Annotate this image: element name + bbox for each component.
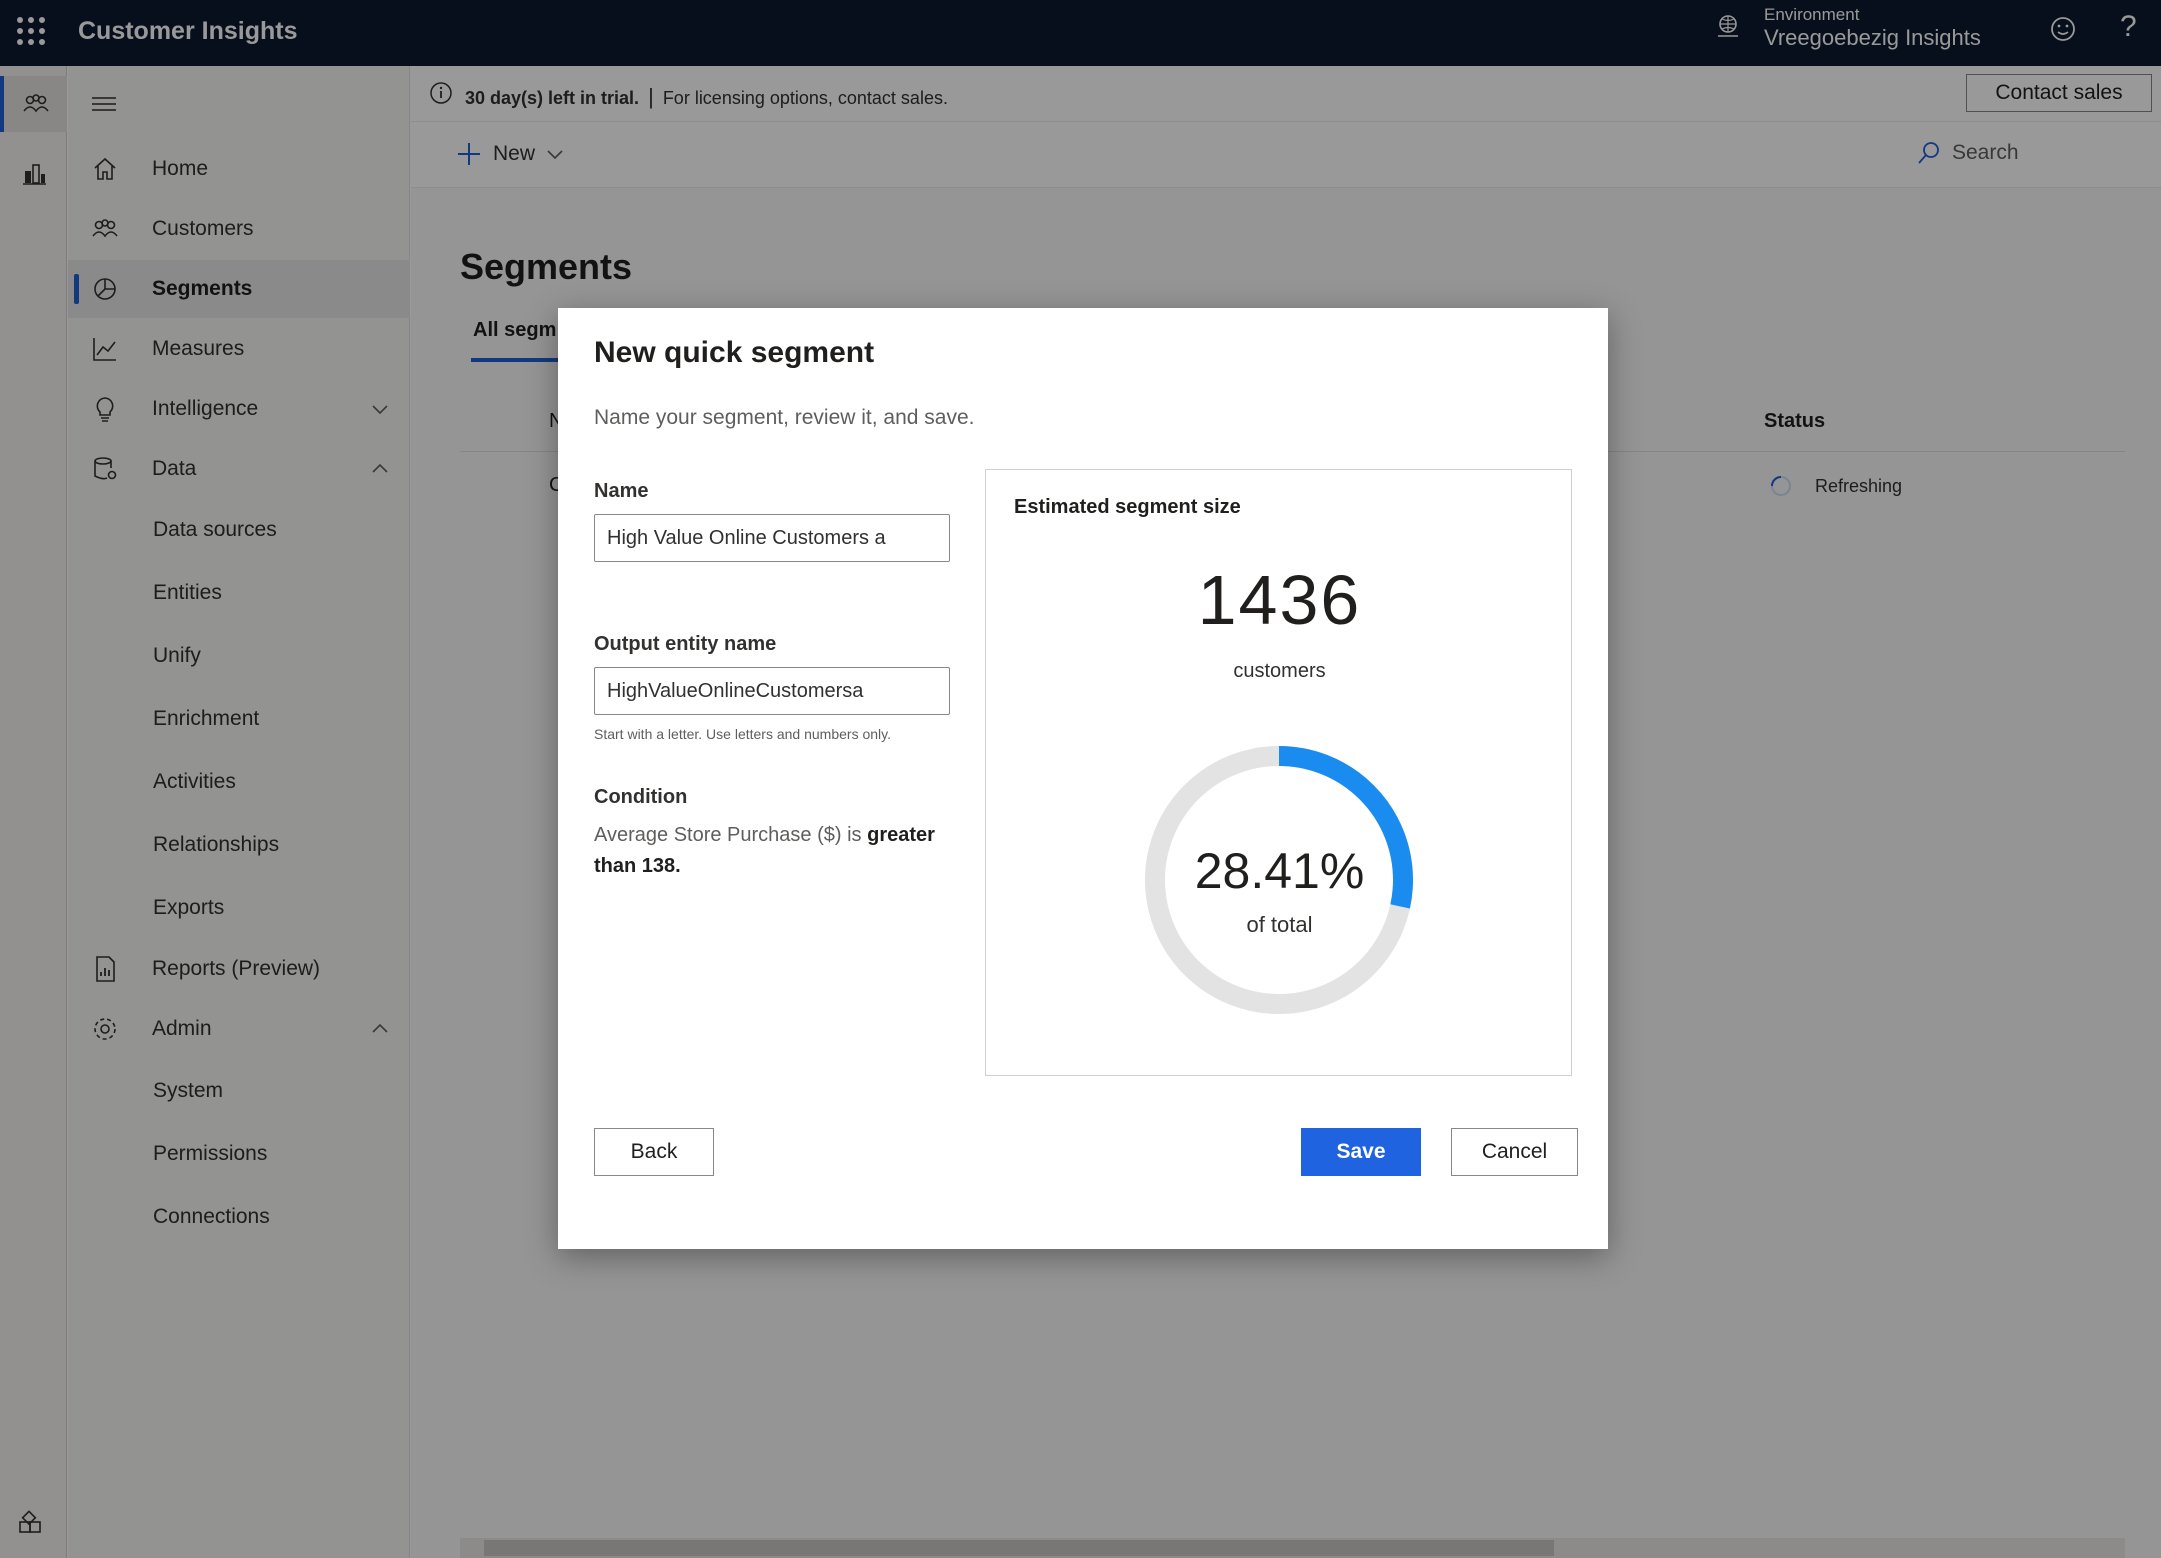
output-entity-hint: Start with a letter. Use letters and num…	[594, 726, 891, 742]
estimate-title: Estimated segment size	[1014, 496, 1241, 518]
percent-value: 28.41%	[1194, 843, 1365, 899]
condition-text: Average Store Purchase ($) is greater th…	[594, 820, 954, 882]
estimate-count: 1436	[1197, 561, 1362, 639]
estimate-unit: customers	[1233, 660, 1326, 682]
name-label: Name	[594, 480, 649, 502]
output-entity-label: Output entity name	[594, 633, 777, 655]
estimate-panel: Estimated segment size 1436 customers 28…	[985, 469, 1572, 1076]
new-quick-segment-dialog: New quick segment Name your segment, rev…	[558, 308, 1608, 1249]
dialog-subtitle: Name your segment, review it, and save.	[594, 406, 975, 429]
condition-label: Condition	[594, 786, 688, 808]
percent-subtitle: of total	[1246, 912, 1313, 937]
output-entity-input[interactable]	[594, 667, 950, 715]
back-button[interactable]: Back	[594, 1128, 714, 1176]
cancel-button[interactable]: Cancel	[1451, 1128, 1578, 1176]
segment-name-input[interactable]	[594, 514, 950, 562]
dialog-title: New quick segment	[594, 336, 875, 369]
save-button[interactable]: Save	[1301, 1128, 1421, 1176]
condition-prefix: Average Store Purchase ($) is	[594, 824, 868, 846]
